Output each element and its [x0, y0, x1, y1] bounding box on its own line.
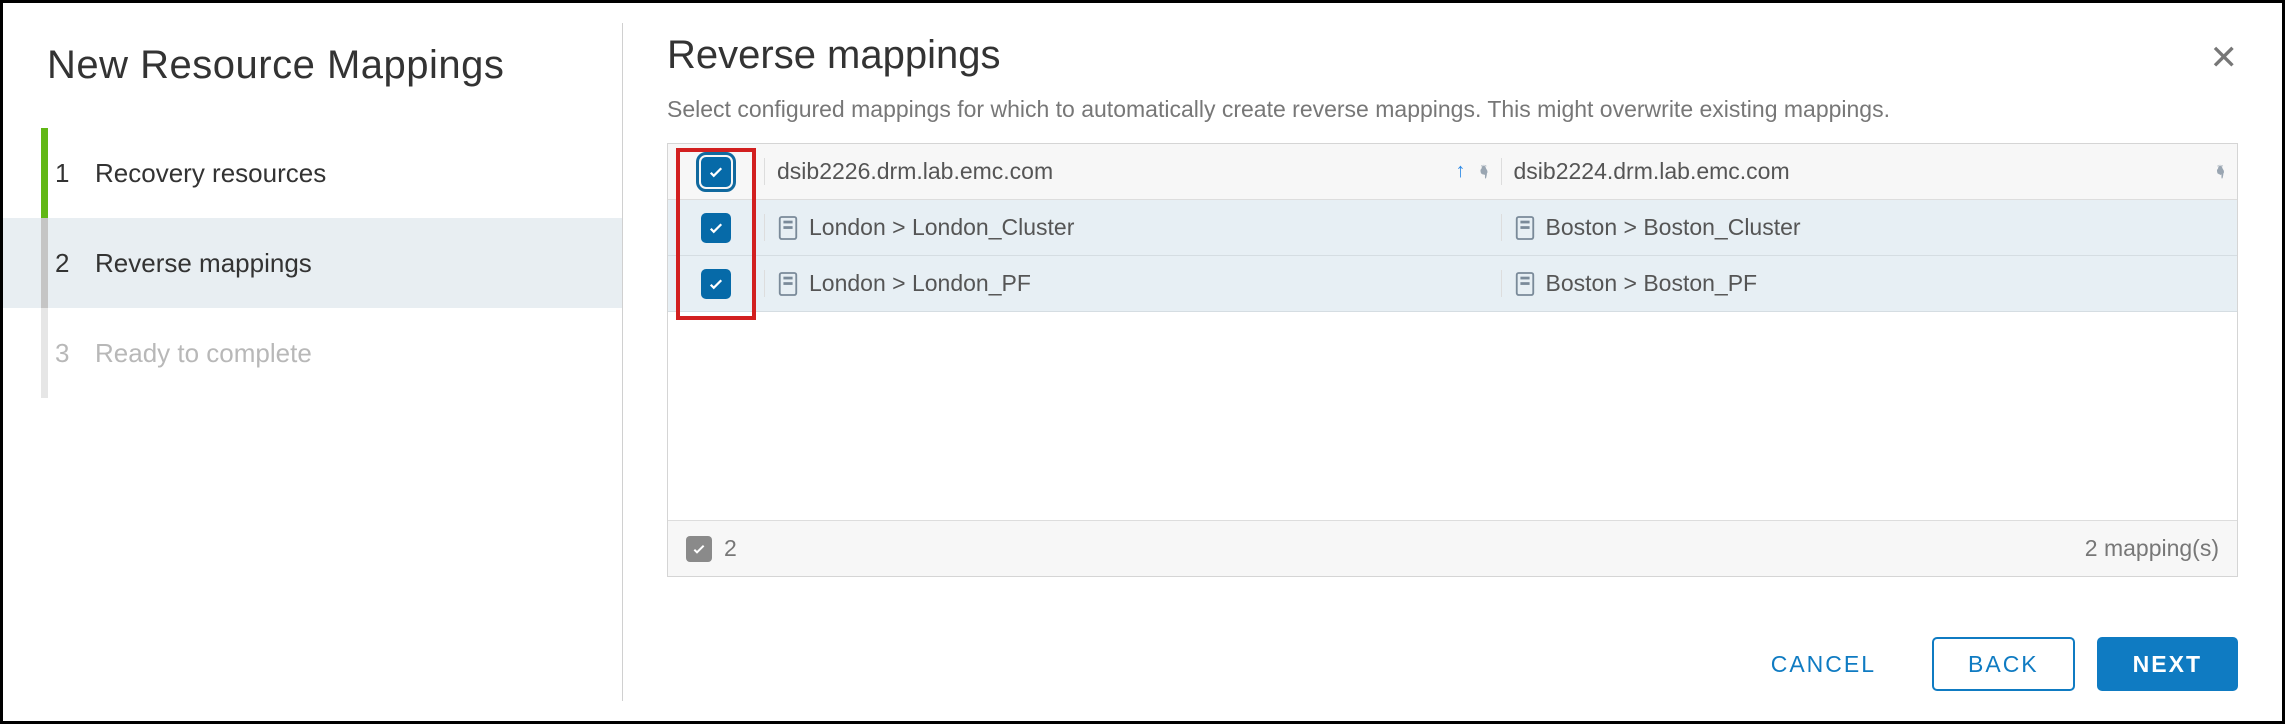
filter-icon[interactable]: 🖣 [2216, 161, 2225, 182]
wizard-sidebar: New Resource Mappings 1 Recovery resourc… [3, 3, 623, 721]
page-title: Reverse mappings [667, 33, 2238, 78]
row-target: Boston > Boston_Cluster [1546, 214, 1801, 241]
table-body: London > London_Cluster Boston > Boston_… [668, 200, 2237, 520]
step-number: 3 [55, 338, 95, 369]
page-description: Select configured mappings for which to … [667, 96, 2238, 123]
step-ready-to-complete: 3 Ready to complete [3, 308, 623, 398]
next-button[interactable]: NEXT [2097, 637, 2238, 691]
wizard-footer: CANCEL BACK NEXT [667, 637, 2238, 691]
cluster-icon [1514, 271, 1536, 297]
cluster-icon [777, 215, 799, 241]
cluster-icon [777, 271, 799, 297]
step-label: Ready to complete [95, 338, 312, 369]
select-all-checkbox[interactable] [701, 157, 731, 187]
total-mappings: 2 mapping(s) [2085, 535, 2219, 562]
step-label: Reverse mappings [95, 248, 312, 279]
column-header-target[interactable]: dsib2224.drm.lab.emc.com [1514, 158, 1790, 185]
step-reverse-mappings[interactable]: 2 Reverse mappings [3, 218, 623, 308]
column-header-source[interactable]: dsib2226.drm.lab.emc.com [777, 158, 1053, 185]
row-target: Boston > Boston_PF [1546, 270, 1758, 297]
step-number: 1 [55, 158, 95, 189]
step-number: 2 [55, 248, 95, 279]
wizard-dialog: New Resource Mappings 1 Recovery resourc… [0, 0, 2285, 724]
back-button[interactable]: BACK [1932, 637, 2075, 691]
row-checkbox[interactable] [701, 269, 731, 299]
mappings-table: dsib2226.drm.lab.emc.com ↑ 🖣 dsib2224.dr… [667, 143, 2238, 577]
row-checkbox[interactable] [701, 213, 731, 243]
row-source: London > London_PF [809, 270, 1031, 297]
selected-count: 2 [724, 535, 737, 562]
filter-icon[interactable]: 🖣 [1480, 161, 1489, 182]
table-row[interactable]: London > London_Cluster Boston > Boston_… [668, 200, 2237, 256]
sort-asc-icon[interactable]: ↑ [1456, 160, 1466, 183]
cancel-button[interactable]: CANCEL [1737, 637, 1910, 691]
step-rail-todo [41, 308, 48, 398]
selection-indicator-icon [686, 536, 712, 562]
table-header: dsib2226.drm.lab.emc.com ↑ 🖣 dsib2224.dr… [668, 144, 2237, 200]
table-row[interactable]: London > London_PF Boston > Boston_PF [668, 256, 2237, 312]
cluster-icon [1514, 215, 1536, 241]
wizard-title: New Resource Mappings [3, 33, 623, 128]
row-source: London > London_Cluster [809, 214, 1074, 241]
step-rail-done [41, 128, 48, 218]
close-icon[interactable]: ✕ [2210, 41, 2239, 75]
step-label: Recovery resources [95, 158, 326, 189]
step-rail-current [41, 218, 48, 308]
wizard-main: ✕ Reverse mappings Select configured map… [623, 3, 2282, 721]
step-recovery-resources[interactable]: 1 Recovery resources [3, 128, 623, 218]
table-footer: 2 2 mapping(s) [668, 520, 2237, 576]
